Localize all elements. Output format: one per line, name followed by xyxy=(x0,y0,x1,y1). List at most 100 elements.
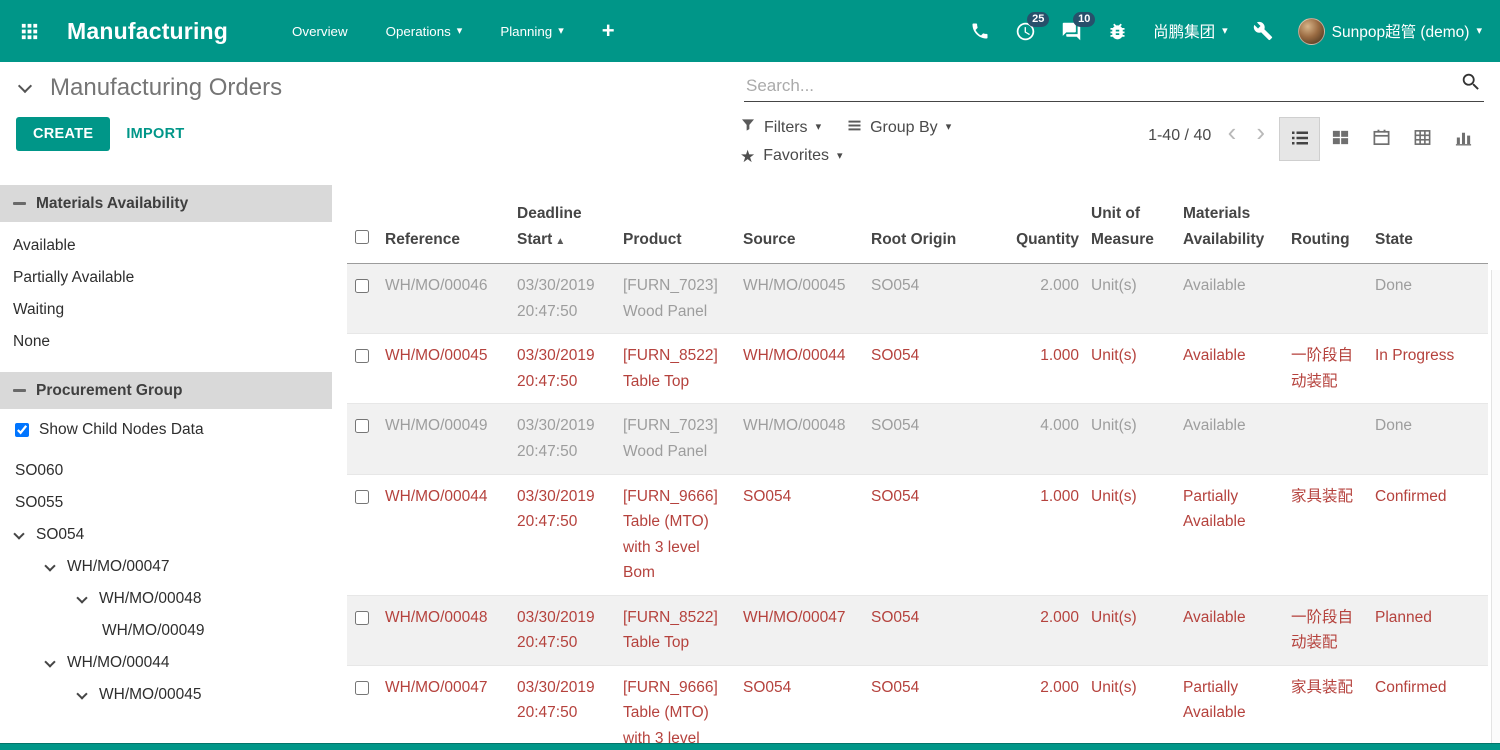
cell-root-origin: SO054 xyxy=(869,595,999,665)
bug-icon xyxy=(1107,21,1128,42)
chevron-down-icon[interactable] xyxy=(76,592,87,603)
table-row[interactable]: WH/MO/00048 03/30/2019 20:47:50 [FURN_85… xyxy=(347,595,1488,665)
row-checkbox[interactable] xyxy=(355,611,369,625)
create-button[interactable]: CREATE xyxy=(16,117,110,151)
deadline-time: 20:47:50 xyxy=(517,299,615,325)
collapse-breadcrumb-button[interactable] xyxy=(16,81,34,95)
user-menu[interactable]: Sunpop超管 (demo) ▾ xyxy=(1298,18,1482,45)
cell-unit-of-measure: Unit(s) xyxy=(1089,595,1181,665)
tree-item[interactable]: SO060 xyxy=(0,455,332,487)
column-header-source[interactable]: Source xyxy=(741,177,869,264)
table-row[interactable]: WH/MO/00045 03/30/2019 20:47:50 [FURN_85… xyxy=(347,334,1488,404)
pager-next-button[interactable]: › xyxy=(1256,117,1265,148)
cell-routing: 一阶段自动装配 xyxy=(1289,595,1373,665)
list-view-button[interactable] xyxy=(1279,117,1320,161)
row-checkbox[interactable] xyxy=(355,279,369,293)
column-header-reference[interactable]: Reference xyxy=(383,177,515,264)
cell-quantity: 2.000 xyxy=(999,264,1089,334)
row-checkbox[interactable] xyxy=(355,681,369,695)
tree-item[interactable]: SO054 xyxy=(0,519,332,551)
list-view: Reference Deadline Start▲ Product Source… xyxy=(332,177,1500,750)
tools-button[interactable] xyxy=(1253,21,1273,41)
group-by-label: Group By xyxy=(870,119,938,137)
chevron-down-icon: ▾ xyxy=(946,122,952,133)
availability-filter-item[interactable]: Waiting xyxy=(0,294,332,326)
tree-item[interactable]: WH/MO/00044 xyxy=(0,647,332,679)
show-child-nodes-option[interactable]: Show Child Nodes Data xyxy=(0,409,332,447)
row-checkbox[interactable] xyxy=(355,490,369,504)
column-header-quantity[interactable]: Quantity xyxy=(999,177,1089,264)
table-row[interactable]: WH/MO/00049 03/30/2019 20:47:50 [FURN_70… xyxy=(347,404,1488,474)
chevron-down-icon[interactable] xyxy=(13,528,24,539)
show-child-nodes-checkbox[interactable] xyxy=(15,423,29,437)
graph-view-button[interactable] xyxy=(1443,117,1484,161)
row-checkbox[interactable] xyxy=(355,419,369,433)
cell-routing xyxy=(1289,404,1373,474)
column-header-product[interactable]: Product xyxy=(621,177,741,264)
cell-state: Confirmed xyxy=(1373,474,1488,595)
table-row[interactable]: WH/MO/00044 03/30/2019 20:47:50 [FURN_96… xyxy=(347,474,1488,595)
tree-item-label: SO060 xyxy=(15,462,63,480)
vertical-scrollbar[interactable] xyxy=(1491,270,1500,743)
tree-item[interactable]: WH/MO/00049 xyxy=(0,615,332,647)
availability-filter-item[interactable]: None xyxy=(0,326,332,358)
section-title: Materials Availability xyxy=(36,195,188,213)
cell-unit-of-measure: Unit(s) xyxy=(1089,264,1181,334)
debug-button[interactable] xyxy=(1107,21,1128,42)
company-menu[interactable]: 尚鹏集团 ▾ xyxy=(1153,20,1228,42)
search-icon[interactable] xyxy=(1460,71,1482,98)
availability-filter-item[interactable]: Available xyxy=(0,230,332,262)
messages-button[interactable]: 10 xyxy=(1061,21,1082,42)
chevron-down-icon: ▾ xyxy=(837,151,843,162)
nav-menu-item[interactable]: Planning ▾ xyxy=(500,24,563,39)
deadline-date: 03/30/2019 xyxy=(517,675,615,701)
activities-button[interactable]: 25 xyxy=(1015,21,1036,42)
cell-reference: WH/MO/00045 xyxy=(383,334,515,404)
column-header-materials-availability[interactable]: Materials Availability xyxy=(1181,177,1289,264)
table-row[interactable]: WH/MO/00046 03/30/2019 20:47:50 [FURN_70… xyxy=(347,264,1488,334)
calendar-view-button[interactable] xyxy=(1361,117,1402,161)
column-header-state[interactable]: State xyxy=(1373,177,1488,264)
column-header-routing[interactable]: Routing xyxy=(1289,177,1373,264)
nav-menu-item[interactable]: Operations ▾ xyxy=(386,24,463,39)
favorites-button[interactable]: ★ Favorites ▾ xyxy=(740,147,843,165)
pager-range: 1-40 / 40 xyxy=(1148,117,1212,149)
column-header-root-origin[interactable]: Root Origin xyxy=(869,177,999,264)
column-header-unit-of-measure[interactable]: Unit of Measure xyxy=(1089,177,1181,264)
kanban-view-button[interactable] xyxy=(1320,117,1361,161)
deadline-time: 20:47:50 xyxy=(517,369,615,395)
apps-menu-button[interactable] xyxy=(18,20,41,43)
table-row[interactable]: WH/MO/00047 03/30/2019 20:47:50 [FURN_96… xyxy=(347,665,1488,750)
tree-item[interactable]: WH/MO/00048 xyxy=(0,583,332,615)
state-label: In Progress xyxy=(1375,343,1459,369)
cell-state: Done xyxy=(1373,264,1488,334)
show-child-nodes-label: Show Child Nodes Data xyxy=(39,421,204,439)
nav-menu-item[interactable]: Overview ▾ xyxy=(292,24,348,39)
add-menu-button[interactable]: + xyxy=(602,20,615,42)
availability-filter-item[interactable]: Partially Available xyxy=(0,262,332,294)
select-all-checkbox[interactable] xyxy=(355,230,369,244)
cell-reference: WH/MO/00044 xyxy=(383,474,515,595)
tree-item[interactable]: SO055 xyxy=(0,487,332,519)
cell-availability: Available xyxy=(1181,404,1289,474)
phone-button[interactable] xyxy=(970,21,990,41)
cell-source: SO054 xyxy=(741,474,869,595)
cell-product: [FURN_9666] Table (MTO) with 3 level Bom xyxy=(621,474,741,595)
filters-button[interactable]: Filters ▾ xyxy=(740,117,821,138)
import-button[interactable]: IMPORT xyxy=(110,117,200,151)
search-input[interactable] xyxy=(746,76,1454,96)
chevron-down-icon[interactable] xyxy=(76,688,87,699)
group-by-button[interactable]: Group By ▾ xyxy=(847,118,951,138)
pager-previous-button[interactable]: ‹ xyxy=(1228,117,1237,148)
filter-item-label: Available xyxy=(13,237,76,254)
chevron-down-icon[interactable] xyxy=(44,560,55,571)
pivot-view-button[interactable] xyxy=(1402,117,1443,161)
tree-item[interactable]: WH/MO/00045 xyxy=(0,679,332,711)
state-label: Planned xyxy=(1375,605,1459,631)
column-header-deadline-start[interactable]: Deadline Start▲ xyxy=(515,177,621,264)
row-checkbox[interactable] xyxy=(355,349,369,363)
section-header-procurement-group: Procurement Group xyxy=(0,372,332,409)
chevron-down-icon[interactable] xyxy=(44,656,55,667)
wrench-icon xyxy=(1253,21,1273,41)
tree-item[interactable]: WH/MO/00047 xyxy=(0,551,332,583)
